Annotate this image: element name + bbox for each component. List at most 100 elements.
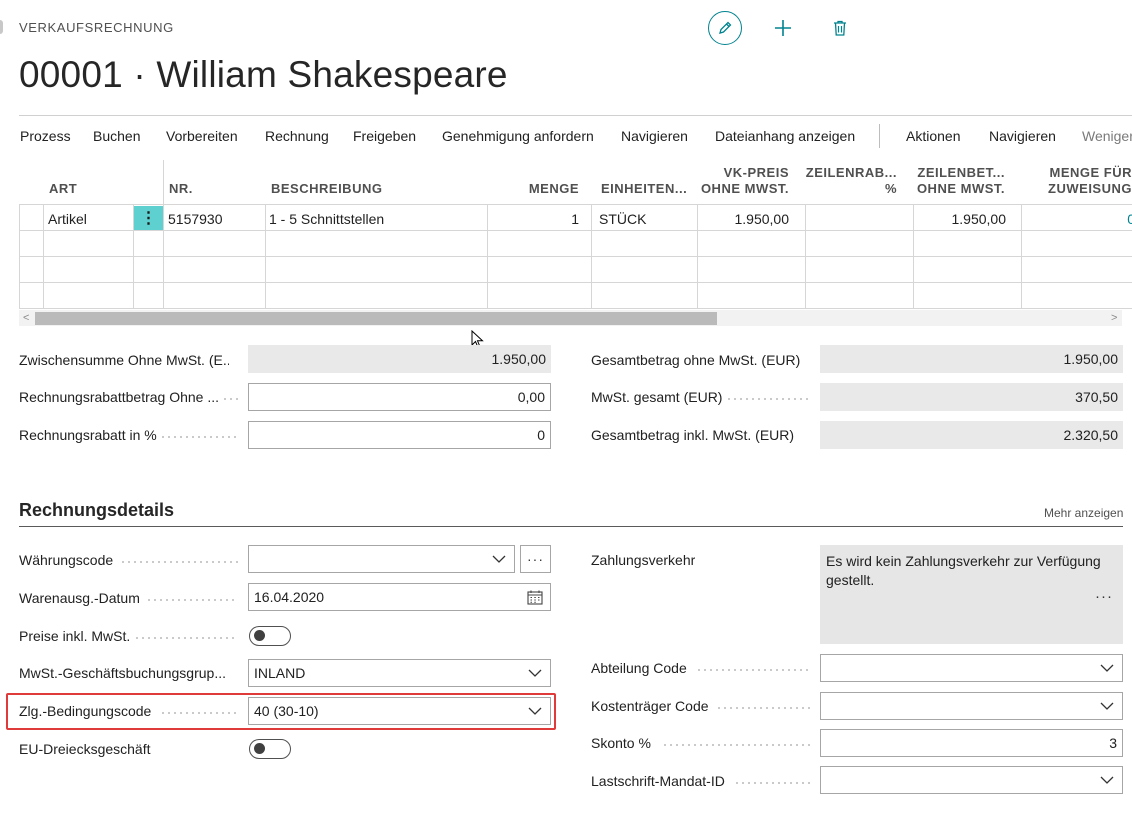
action-rechnung[interactable]: Rechnung <box>265 128 329 144</box>
field-leader <box>160 712 238 714</box>
action-vorbereiten[interactable]: Vorbereiten <box>166 128 238 144</box>
row1-menge[interactable]: 1 <box>495 211 579 227</box>
scrollbar-thumb[interactable] <box>35 312 717 325</box>
col-header-zeilenbetrag[interactable]: ZEILENBET... OHNE MWST. <box>909 165 1005 197</box>
col-header-zeilenbetrag-line1: ZEILENBET... <box>917 165 1005 180</box>
grid-row-line <box>19 308 1132 309</box>
grid-col-line <box>805 204 806 309</box>
field-leader <box>662 744 810 746</box>
zlg-bedingungscode-value: 40 (30-10) <box>254 703 319 719</box>
grid-col-line <box>19 204 20 309</box>
chevron-down-icon <box>528 669 542 677</box>
preise-inkl-toggle[interactable] <box>249 626 291 646</box>
col-header-vkpreis[interactable]: VK-PREIS OHNE MWST. <box>699 165 789 197</box>
more-horizontal-icon: ··· <box>527 551 544 567</box>
row1-vkpreis[interactable]: 1.950,00 <box>701 211 790 227</box>
page-type-caption: VERKAUFSRECHNUNG <box>19 20 174 35</box>
waehrungscode-label: Währungscode <box>19 552 114 568</box>
field-leader <box>222 398 238 400</box>
col-header-einheit[interactable]: EINHEITEN... <box>601 181 687 197</box>
new-button[interactable] <box>766 11 800 45</box>
rechnungsrabattbetrag-input[interactable]: 0,00 <box>248 383 551 411</box>
scroll-left-icon[interactable]: < <box>23 310 29 326</box>
more-horizontal-icon[interactable]: ··· <box>1095 587 1113 606</box>
scroll-right-icon[interactable]: > <box>1111 310 1117 326</box>
col-header-zeilenrabatt-line1: ZEILENRAB... <box>805 165 897 180</box>
grid-row-line <box>19 256 1132 257</box>
grid-row-line <box>19 230 1132 231</box>
col-header-beschreibung[interactable]: BESCHREIBUNG <box>271 181 382 197</box>
gesamt-inkl-label: Gesamtbetrag inkl. MwSt. (EUR) <box>591 427 795 443</box>
zlg-bedingungscode-select[interactable]: 40 (30-10) <box>248 697 551 725</box>
col-header-zeilenrabatt[interactable]: ZEILENRAB... % <box>805 165 897 197</box>
row1-einheit[interactable]: STÜCK <box>599 211 646 227</box>
field-leader <box>160 436 238 438</box>
section-title[interactable]: Rechnungsdetails <box>19 500 174 521</box>
lines-grid: ART NR. BESCHREIBUNG MENGE EINHEITEN... … <box>19 160 1132 310</box>
chevron-down-icon <box>1100 702 1114 710</box>
action-navigieren[interactable]: Navigieren <box>621 128 688 144</box>
zahlungsverkehr-label: Zahlungsverkehr <box>591 552 696 568</box>
grid-header-line <box>19 204 1132 205</box>
col-header-menge[interactable]: MENGE <box>499 181 579 197</box>
toggle-knob <box>254 630 265 641</box>
action-weniger[interactable]: Weniger <box>1082 128 1132 144</box>
col-header-nr[interactable]: NR. <box>169 181 193 197</box>
action-separator <box>879 124 880 148</box>
gesamt-ohne-value: 1.950,00 <box>820 345 1123 373</box>
row1-zeilenbetrag[interactable]: 1.950,00 <box>917 211 1007 227</box>
grid-col-line <box>265 204 266 309</box>
skonto-label: Skonto % <box>591 735 651 751</box>
more-vertical-icon: ⋮ <box>140 210 157 227</box>
show-more-link[interactable]: Mehr anzeigen <box>1044 506 1123 520</box>
warenausg-datum-input[interactable]: 16.04.2020 <box>248 583 551 611</box>
chevron-down-icon <box>492 555 506 563</box>
row1-nr[interactable]: 5157930 <box>168 211 223 227</box>
row-actions-button[interactable]: ⋮ <box>134 206 163 230</box>
chevron-down-icon <box>1100 776 1114 784</box>
eu-dreiecksgeschaeft-toggle[interactable] <box>249 739 291 759</box>
row1-menge-zuweisung[interactable]: 0 <box>1025 211 1132 227</box>
grid-col-line <box>591 204 592 309</box>
waehrungscode-assist-button[interactable]: ··· <box>520 545 551 573</box>
col-header-art[interactable]: ART <box>49 181 77 197</box>
abteilung-code-select[interactable] <box>820 654 1123 682</box>
calendar-icon[interactable] <box>527 590 543 605</box>
col-header-menge-zuweisung[interactable]: MENGE FÜR ZUWEISUNG <box>1019 165 1132 197</box>
mwst-gesamt-value: 370,50 <box>820 383 1123 411</box>
skonto-input[interactable]: 3 <box>820 729 1123 757</box>
kostentraeger-code-select[interactable] <box>820 692 1123 720</box>
field-leader <box>734 782 810 784</box>
lastschrift-mandat-id-label: Lastschrift-Mandat-ID <box>591 773 725 789</box>
grid-horizontal-scrollbar[interactable]: < > <box>19 310 1122 326</box>
mwst-geschaeftsbuchungsgruppe-label: MwSt.-Geschäftsbuchungsgrup... <box>19 665 226 681</box>
action-dateianhang-anzeigen[interactable]: Dateianhang anzeigen <box>715 128 855 144</box>
warenausg-datum-label: Warenausg.-Datum <box>19 590 140 606</box>
col-header-zeilenbetrag-line2: OHNE MWST. <box>916 181 1005 196</box>
edit-button[interactable] <box>708 11 742 45</box>
trash-icon <box>834 20 846 36</box>
action-prozess[interactable]: Prozess <box>20 128 71 144</box>
mwst-geschaeftsbuchungsgruppe-select[interactable]: INLAND <box>248 659 551 687</box>
grid-col-line <box>487 204 488 309</box>
delete-button[interactable] <box>823 11 857 45</box>
pencil-icon <box>719 21 732 34</box>
action-navigieren-lines[interactable]: Navigieren <box>989 128 1056 144</box>
zahlungsverkehr-text: Es wird kein Zahlungsverkehr zur Verfügu… <box>826 553 1101 588</box>
col-header-zeilenrabatt-line2: % <box>884 181 897 196</box>
row1-art[interactable]: Artikel <box>48 211 87 227</box>
field-leader <box>134 637 238 639</box>
row1-beschreibung[interactable]: 1 - 5 Schnittstellen <box>269 211 384 227</box>
action-freigeben[interactable]: Freigeben <box>353 128 416 144</box>
zwischensumme-value: 1.950,00 <box>248 345 551 373</box>
zahlungsverkehr-field[interactable]: Es wird kein Zahlungsverkehr zur Verfügu… <box>820 545 1123 644</box>
action-aktionen[interactable]: Aktionen <box>906 128 960 144</box>
grid-col-line <box>163 160 164 309</box>
action-buchen[interactable]: Buchen <box>93 128 140 144</box>
action-genehmigung-anfordern[interactable]: Genehmigung anfordern <box>442 128 594 144</box>
rechnungsrabatt-input[interactable]: 0 <box>248 421 551 449</box>
lastschrift-mandat-id-select[interactable] <box>820 766 1123 794</box>
grid-col-line <box>43 204 44 309</box>
waehrungscode-select[interactable] <box>248 545 515 573</box>
rechnungsrabatt-label: Rechnungsrabatt in % <box>19 427 157 443</box>
